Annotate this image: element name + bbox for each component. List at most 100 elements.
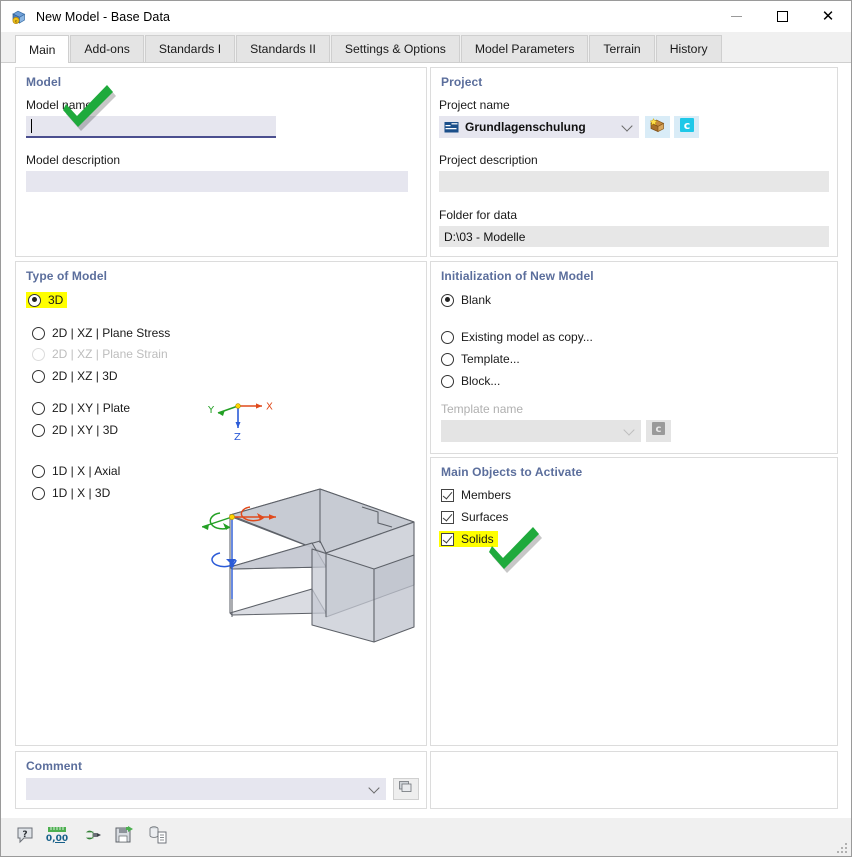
initialization-group: Initialization of New Model Blank Existi… (430, 261, 838, 454)
window-title: New Model - Base Data (36, 9, 171, 24)
radio-init-blank[interactable]: Blank (441, 291, 491, 309)
resize-grip[interactable] (837, 843, 847, 853)
radio-type-1d-x-3d[interactable]: 1D | X | 3D (32, 484, 110, 502)
radio-icon (441, 330, 454, 344)
checkbox-surfaces[interactable]: Surfaces (441, 508, 508, 526)
radio-icon (32, 326, 45, 340)
comment-group-title: Comment (26, 759, 83, 773)
folder-for-data-field: D:\03 - Modelle (439, 226, 829, 247)
comment-list-button[interactable] (393, 778, 419, 800)
radio-icon (441, 293, 454, 307)
radio-init-existing-model-copy[interactable]: Existing model as copy... (441, 328, 593, 346)
minimize-icon (730, 16, 742, 17)
open-project-icon (649, 117, 666, 138)
tab-history[interactable]: History (655, 35, 722, 62)
radio-init-template[interactable]: Template... (441, 350, 520, 368)
checkbox-solids[interactable]: Solids (439, 530, 498, 548)
tab-label: Add-ons (84, 42, 130, 56)
configuration-button[interactable] (79, 825, 104, 850)
title-bar: e New Model - Base Data ✕ (1, 1, 851, 32)
comment-combo[interactable] (26, 778, 386, 800)
tab-settings-options[interactable]: Settings & Options (330, 35, 460, 62)
radio-icon (32, 401, 45, 415)
units-number-icon: 0,00 (45, 825, 68, 850)
project-name-combo[interactable]: Grundlagenschulung (439, 116, 639, 138)
radio-label: 2D | XZ | Plane Strain (52, 347, 168, 361)
help-button[interactable]: ? (12, 825, 37, 850)
close-button[interactable]: ✕ (805, 1, 851, 32)
model-name-label: Model name (26, 98, 93, 112)
checkbox-members[interactable]: Members (441, 486, 511, 504)
main-objects-group: Main Objects to Activate Members Surface… (430, 457, 838, 746)
radio-label: Block... (461, 374, 501, 388)
radio-label: Existing model as copy... (461, 330, 593, 344)
save-settings-icon (114, 825, 134, 850)
save-default-button[interactable] (111, 825, 136, 850)
checkbox-label: Solids (461, 532, 494, 546)
tab-model-parameters[interactable]: Model Parameters (460, 35, 589, 62)
tab-standards-1[interactable]: Standards I (144, 35, 236, 62)
chevron-down-icon (623, 424, 635, 436)
tab-label: Standards II (250, 42, 316, 56)
radio-type-2d-xy-3d[interactable]: 2D | XY | 3D (32, 421, 118, 439)
template-list-button[interactable] (145, 825, 170, 850)
radio-type-2d-xz-plane-strain: 2D | XZ | Plane Strain (32, 345, 168, 363)
minimize-button[interactable] (713, 1, 759, 32)
units-button[interactable]: 0,00 (44, 825, 69, 850)
chevron-down-icon (368, 782, 380, 794)
window-controls: ✕ (713, 1, 851, 32)
radio-label: 2D | XY | Plate (52, 401, 131, 415)
template-list-icon (148, 825, 168, 850)
text-caret (31, 119, 32, 133)
template-name-label: Template name (441, 402, 524, 416)
radio-label: 2D | XZ | Plane Stress (52, 326, 171, 340)
radio-icon (32, 423, 45, 437)
template-refresh-button: c (646, 420, 671, 442)
checkbox-icon (441, 488, 454, 502)
radio-type-1d-x-axial[interactable]: 1D | X | Axial (32, 462, 120, 480)
radio-type-3d[interactable]: 3D (26, 291, 68, 309)
radio-type-2d-xz-plane-stress[interactable]: 2D | XZ | Plane Stress (32, 324, 170, 342)
tab-add-ons[interactable]: Add-ons (70, 35, 144, 62)
radio-label: 2D | XZ | 3D (52, 369, 118, 383)
model-name-input[interactable] (26, 116, 276, 138)
svg-text:X: X (266, 402, 273, 413)
maximize-button[interactable] (759, 1, 805, 32)
new-model-dialog: e New Model - Base Data ✕ Main Add-ons S… (0, 0, 852, 857)
radio-icon (32, 347, 45, 361)
tab-terrain[interactable]: Terrain (589, 35, 655, 62)
axis-triad-small: X Y Z (206, 392, 280, 447)
tab-standards-2[interactable]: Standards II (236, 35, 330, 62)
3d-model-preview (201, 477, 424, 667)
svg-text:c: c (656, 424, 662, 435)
maximize-icon (776, 11, 788, 22)
radio-label: Template... (461, 352, 520, 366)
model-cube-icon: e (10, 8, 28, 26)
project-group-title: Project (441, 75, 483, 89)
tab-main[interactable]: Main (15, 35, 70, 63)
model-description-input[interactable] (26, 171, 408, 192)
project-description-label: Project description (439, 153, 538, 167)
template-name-combo (441, 420, 641, 442)
cloud-connect-button[interactable]: c (674, 116, 699, 138)
svg-text:e: e (15, 19, 18, 24)
help-bubble-icon: ? (15, 825, 35, 850)
tab-label: Main (29, 42, 56, 57)
type-of-model-group: Type of Model 3D 2D | XZ | Plane Stress … (15, 261, 427, 746)
project-name-label: Project name (439, 98, 510, 112)
radio-type-2d-xz-3d[interactable]: 2D | XZ | 3D (32, 367, 118, 385)
radio-init-block[interactable]: Block... (441, 372, 500, 390)
project-name-value: Grundlagenschulung (465, 120, 586, 134)
tab-label: Model Parameters (474, 42, 575, 56)
comment-group: Comment (15, 751, 427, 809)
radio-label: Blank (461, 293, 492, 307)
right-filler-panel (430, 751, 838, 809)
chevron-down-icon (621, 120, 633, 132)
tab-label: Terrain (603, 42, 641, 56)
checkbox-icon (441, 532, 454, 546)
tab-bar: Main Add-ons Standards I Standards II Se… (1, 32, 851, 63)
open-project-button[interactable] (645, 116, 670, 138)
project-flag-icon (444, 121, 459, 134)
checkbox-label: Surfaces (461, 510, 509, 524)
radio-type-2d-xy-plate[interactable]: 2D | XY | Plate (32, 399, 130, 417)
